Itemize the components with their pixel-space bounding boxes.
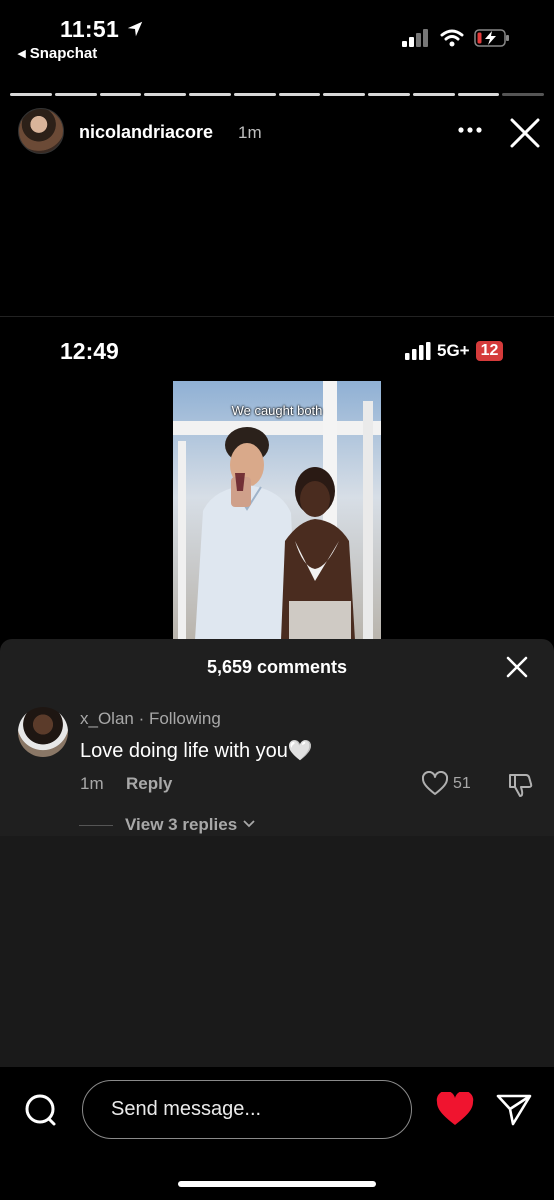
cellular-signal-icon: [402, 29, 428, 47]
back-to-snapchat-link[interactable]: ◂ Snapchat: [18, 44, 97, 62]
more-options-icon[interactable]: [456, 120, 484, 140]
embedded-status-indicators: 5G+ 12: [405, 341, 504, 361]
send-message-input[interactable]: [82, 1080, 412, 1139]
story-timestamp: 1m: [238, 123, 262, 142]
dislike-icon[interactable]: [506, 771, 534, 799]
embedded-network-label: 5G+: [437, 341, 470, 360]
comments-count-title: 5,659 comments: [206, 657, 348, 677]
send-direct-icon[interactable]: [496, 1093, 532, 1127]
like-story-heart-icon[interactable]: [436, 1092, 474, 1126]
comments-sheet-empty-area: [0, 836, 554, 1067]
progress-segment: [99, 93, 142, 96]
status-indicators: [402, 28, 510, 48]
progress-segment: [412, 93, 455, 96]
view-replies-button[interactable]: View 3 replies: [125, 815, 256, 835]
replies-divider: [79, 825, 113, 826]
progress-segment: [278, 93, 321, 96]
commenter-avatar[interactable]: [18, 707, 68, 757]
close-comments-icon[interactable]: [506, 656, 528, 678]
comment-username[interactable]: x_Olan · Following: [80, 709, 221, 729]
like-heart-icon[interactable]: [422, 771, 448, 797]
progress-segment: [368, 93, 410, 96]
video-thumbnail[interactable]: We caught both: [173, 381, 381, 640]
progress-segment: [233, 93, 276, 96]
embedded-battery-badge: 12: [475, 341, 504, 361]
reply-button[interactable]: Reply: [126, 774, 172, 794]
progress-segment: [10, 93, 52, 96]
battery-charging-icon: [474, 29, 509, 47]
story-username[interactable]: nicolandriacore: [79, 122, 213, 143]
comment-like-count: 51: [453, 775, 471, 792]
camera-icon[interactable]: [22, 1092, 58, 1128]
comment-text: Love doing life with you🤍: [80, 740, 313, 762]
comment-timestamp: 1m: [80, 774, 104, 793]
progress-segment: [189, 93, 231, 96]
location-arrow-icon: [127, 21, 142, 37]
wifi-icon: [440, 29, 464, 47]
progress-segment: [54, 93, 97, 96]
progress-segment: [502, 93, 544, 96]
home-indicator[interactable]: [178, 1181, 376, 1187]
chevron-down-icon: [243, 820, 255, 828]
story-avatar[interactable]: [18, 108, 64, 154]
progress-segment: [144, 93, 186, 96]
embedded-status-time: 12:49: [60, 338, 119, 364]
embedded-signal-icon: [405, 342, 431, 360]
close-story-icon[interactable]: [508, 116, 542, 150]
progress-segment: [457, 93, 500, 96]
video-scene-illustration: [173, 381, 381, 640]
story-progress-bar: [10, 93, 544, 96]
video-caption: We caught both: [231, 403, 323, 418]
status-time: 11:51: [60, 16, 144, 43]
progress-segment: [323, 93, 365, 96]
